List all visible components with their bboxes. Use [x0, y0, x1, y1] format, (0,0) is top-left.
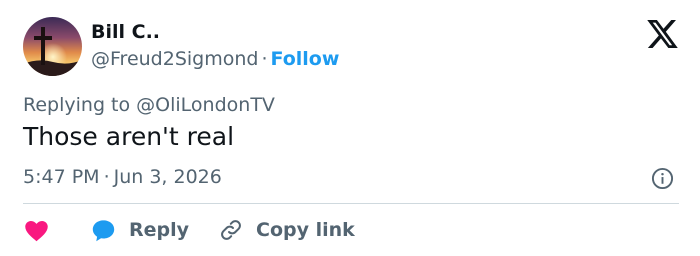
- user-handle[interactable]: @Freud2Sigmond: [91, 48, 258, 70]
- cross-sunset-avatar-icon: [23, 17, 82, 76]
- reply-label: Reply: [129, 219, 190, 241]
- action-bar: Reply Copy link: [23, 215, 355, 245]
- speech-bubble-icon: [92, 219, 115, 241]
- heart-icon: [25, 220, 48, 241]
- tweet-text: Those aren't real: [23, 122, 235, 151]
- handle-separator: ·: [261, 48, 268, 70]
- follow-button[interactable]: Follow: [271, 48, 340, 70]
- x-logo-icon[interactable]: [647, 20, 678, 48]
- display-name[interactable]: Bill C..: [91, 21, 160, 43]
- info-icon[interactable]: [651, 167, 674, 190]
- like-button[interactable]: [23, 217, 90, 244]
- avatar[interactable]: [23, 17, 82, 76]
- timestamp[interactable]: 5:47 PM · Jun 3, 2026: [23, 166, 222, 188]
- timestamp-separator: ·: [103, 166, 110, 188]
- tweet-card: Bill C.. @Freud2Sigmond · Follow Replying …: [0, 0, 700, 256]
- copy-link-button[interactable]: Copy link: [219, 218, 355, 242]
- reply-button[interactable]: Reply: [90, 217, 189, 244]
- tweet-date: Jun 3, 2026: [113, 166, 222, 188]
- link-icon: [221, 220, 241, 240]
- copy-link-label: Copy link: [256, 219, 355, 241]
- handle-line: @Freud2Sigmond · Follow: [91, 48, 339, 70]
- replying-to: Replying to @OliLondonTV: [23, 94, 275, 116]
- divider: [23, 203, 679, 204]
- tweet-time: 5:47 PM: [23, 166, 100, 188]
